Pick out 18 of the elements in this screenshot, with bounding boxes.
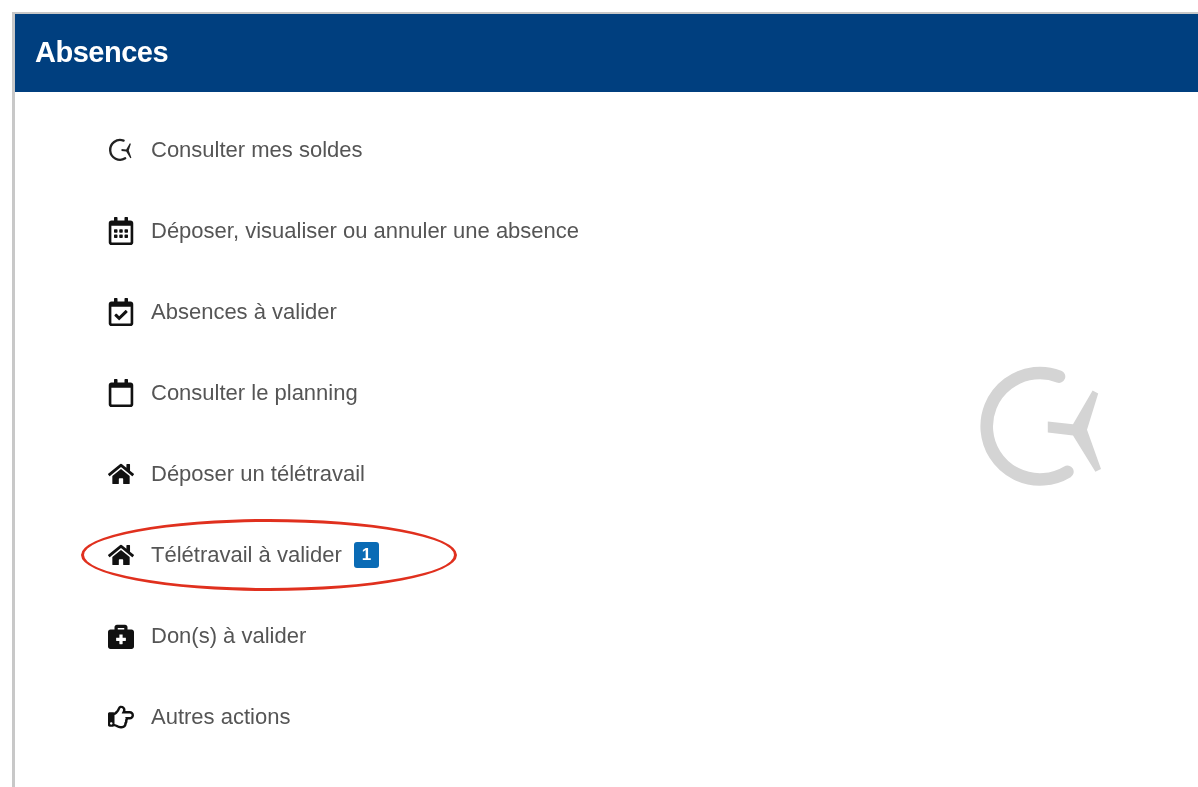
plane-circle-icon <box>108 136 134 163</box>
medical-kit-icon <box>107 622 135 649</box>
panel-title: Absences <box>35 35 168 71</box>
menu-link[interactable]: Déposer, visualiser ou annuler une absence <box>151 214 580 247</box>
count-badge: 1 <box>353 541 380 568</box>
calendar-check-icon <box>108 297 134 326</box>
menu-link[interactable]: Consulter mes soldes <box>151 133 363 166</box>
house-icon <box>108 461 134 486</box>
menu-link[interactable]: Déposer un télétravail <box>151 457 365 490</box>
menu-link[interactable]: Consulter le planning <box>151 376 358 409</box>
menu-link[interactable]: Don(s) à valider <box>151 619 307 652</box>
menu-link[interactable]: Télétravail à valider <box>151 538 342 571</box>
calendar-icon <box>108 216 134 245</box>
pointing-hand-icon <box>106 703 136 730</box>
menu-link[interactable]: Absences à valider <box>151 295 337 328</box>
calendar-icon <box>108 378 134 407</box>
house-icon <box>108 542 134 567</box>
menu-link[interactable]: Autres actions <box>151 700 291 733</box>
